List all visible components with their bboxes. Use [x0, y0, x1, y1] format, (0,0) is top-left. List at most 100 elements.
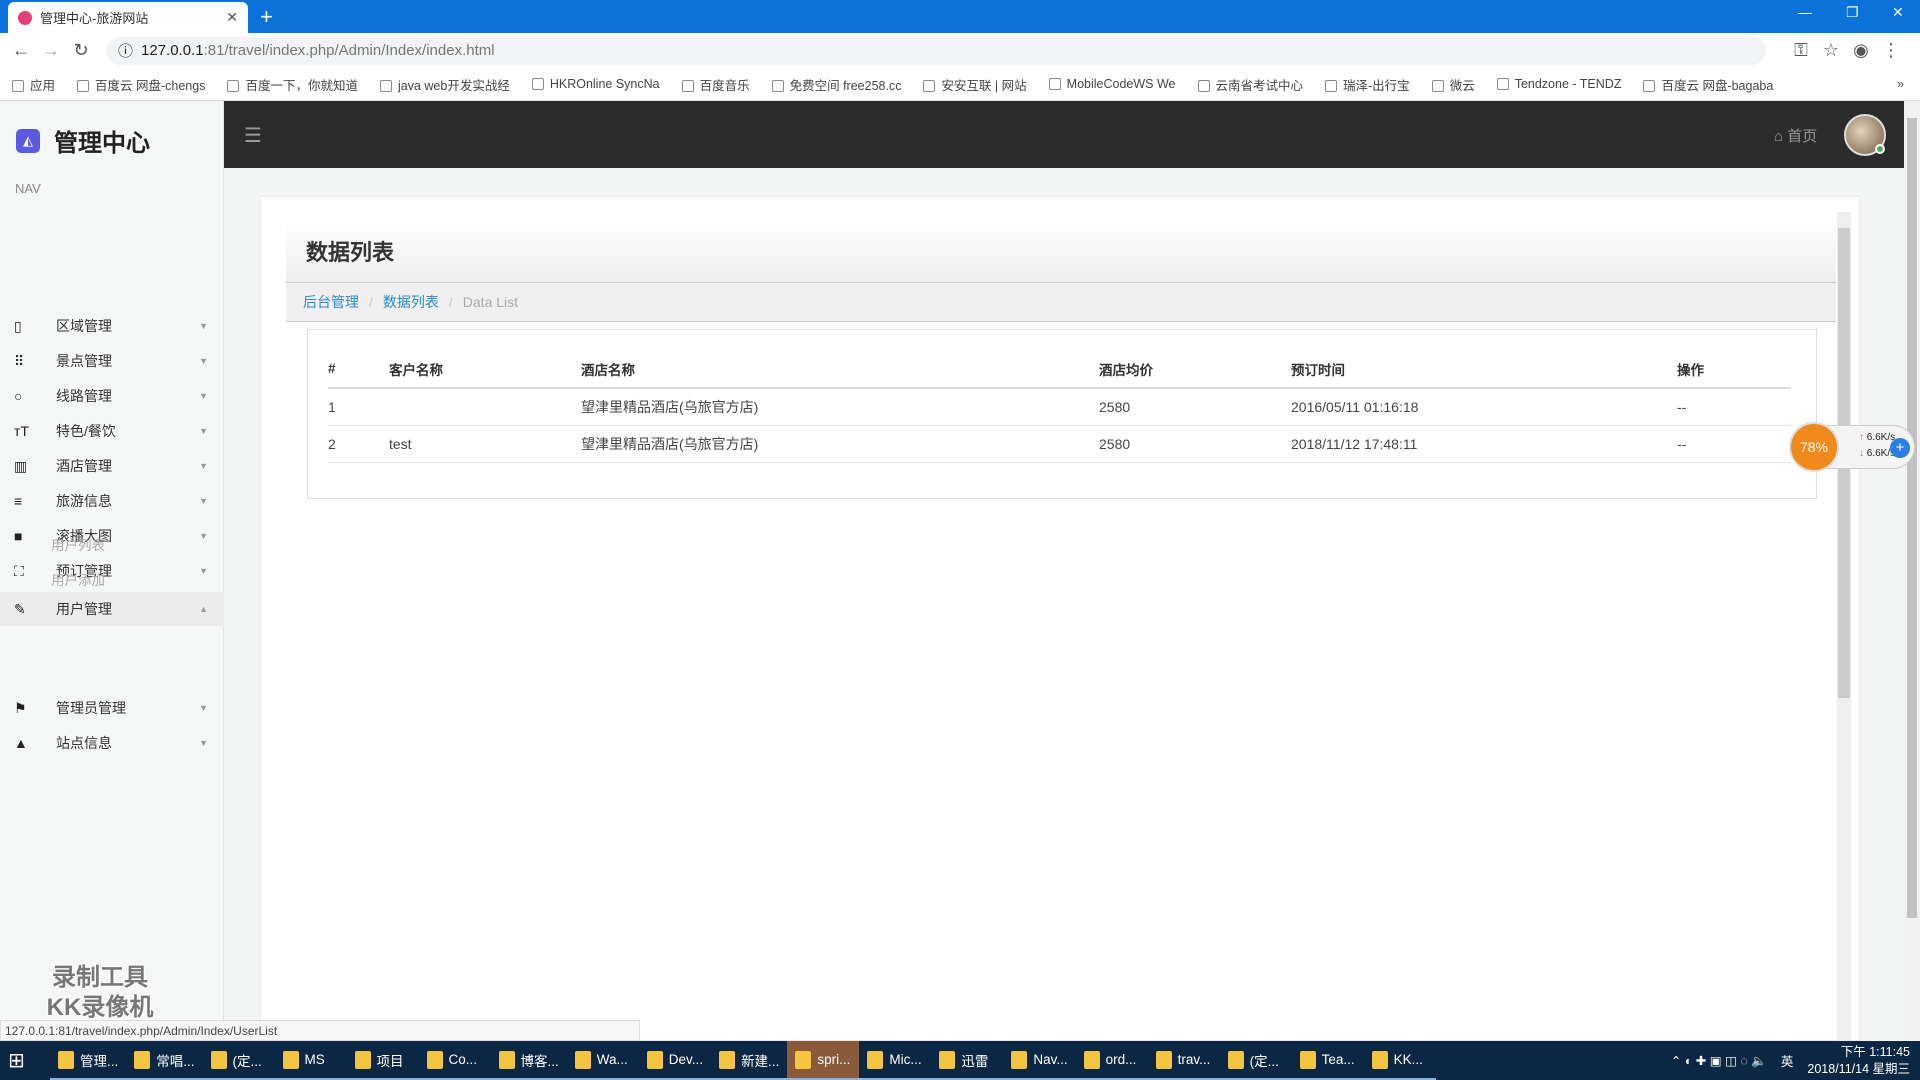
- clock[interactable]: 下午 1:11:45 2018/11/14 星期三: [1807, 1044, 1910, 1078]
- sidebar-item[interactable]: ≡ 旅游信息 ▼: [0, 484, 224, 518]
- app-icon: [867, 1050, 884, 1069]
- user-avatar[interactable]: [1844, 114, 1886, 156]
- profile-icon[interactable]: ◉: [1846, 40, 1876, 61]
- bookmark-item[interactable]: 百度云 网盘-bagaba: [1643, 75, 1773, 94]
- taskbar-app[interactable]: 管理...: [50, 1041, 127, 1080]
- sidebar-item[interactable]: ▥ 酒店管理 ▼: [0, 449, 224, 483]
- bookmark-label: HKROnline SyncNa: [549, 77, 660, 91]
- sidebar-item[interactable]: ⠿ 景点管理 ▼: [0, 344, 224, 378]
- star-icon[interactable]: ☆: [1816, 40, 1846, 61]
- tray-icons[interactable]: ⌃ ◐ ✚ ▣ ◫ ◌ 🔈: [1671, 1053, 1767, 1069]
- breadcrumb-data-list[interactable]: 数据列表: [383, 292, 439, 312]
- taskbar-app[interactable]: Tea...: [1291, 1041, 1364, 1080]
- bookmark-item[interactable]: MobileCodeWS We: [1048, 77, 1176, 91]
- taskbar-app[interactable]: 常唱...: [126, 1041, 203, 1080]
- bookmark-item[interactable]: 百度音乐: [681, 75, 750, 94]
- sidebar-item-label: 区域管理: [56, 318, 112, 334]
- page-scrollbar-thumb[interactable]: [1907, 118, 1917, 918]
- back-icon[interactable]: ←: [6, 40, 36, 61]
- sidebar-item[interactable]: ▯ 区域管理 ▼: [0, 309, 224, 343]
- sidebar-subitem-user-list[interactable]: 用户列表: [51, 534, 105, 554]
- taskbar-app[interactable]: Dev...: [638, 1041, 712, 1080]
- bookmark-item[interactable]: 免费空间 free258.cc: [771, 75, 901, 94]
- taskbar-app[interactable]: ord...: [1075, 1041, 1148, 1080]
- app-icon: [1155, 1050, 1172, 1069]
- app-icon: [719, 1050, 736, 1069]
- close-tab-icon[interactable]: ✕: [226, 9, 238, 26]
- sidebar-item[interactable]: ■ 滚播大图 ▼: [0, 519, 224, 553]
- taskbar-app[interactable]: 项目: [346, 1041, 419, 1080]
- taskbar-app[interactable]: (定...: [202, 1041, 275, 1080]
- bookmark-label: Tendzone - TENDZ: [1514, 77, 1622, 91]
- new-tab-button[interactable]: +: [260, 4, 273, 30]
- bookmark-item[interactable]: 百度云 网盘-chengs: [77, 75, 205, 94]
- bookmark-item[interactable]: Tendzone - TENDZ: [1496, 77, 1622, 91]
- url-input[interactable]: ⓘ 127.0.0.1:81/travel/index.php/Admin/Ind…: [106, 36, 1766, 65]
- sidebar-item[interactable]: ᴛT 特色/餐饮 ▼: [0, 414, 224, 448]
- bookmark-label: 百度云 网盘-bagaba: [1661, 78, 1774, 93]
- taskbar-app[interactable]: Mic...: [859, 1041, 932, 1080]
- ime-indicator[interactable]: 英: [1781, 1051, 1794, 1070]
- taskbar-app[interactable]: Wa...: [566, 1041, 639, 1080]
- nav-label: NAV: [15, 181, 41, 196]
- taskbar-app-label: 项目: [376, 1053, 404, 1069]
- taskbar-app[interactable]: spri...: [787, 1041, 860, 1080]
- breadcrumb-admin[interactable]: 后台管理: [303, 292, 359, 312]
- memory-usage-ball[interactable]: 78%: [1789, 422, 1839, 472]
- bookmark-label: 百度音乐: [699, 78, 750, 93]
- sidebar-subitem-user-add[interactable]: 用户添加: [51, 569, 105, 589]
- caret-down-icon: ▼: [199, 703, 208, 713]
- taskbar-app-label: trav...: [1177, 1052, 1211, 1067]
- taskbar-app-label: Mic...: [889, 1052, 922, 1067]
- table-header-row: # 客户名称 酒店名称 酒店均价 预订时间 操作: [328, 350, 1791, 389]
- table-cell: 望津里精品酒店(乌旅官方店): [581, 425, 1099, 463]
- home-link[interactable]: ⌂ 首页: [1774, 125, 1817, 146]
- reload-icon[interactable]: ↻: [66, 40, 96, 61]
- taskbar-app[interactable]: trav...: [1147, 1041, 1220, 1080]
- bookmark-label: 微云: [1449, 78, 1475, 93]
- minimize-button[interactable]: —: [1798, 4, 1812, 20]
- taskbar-app-label: (定...: [232, 1053, 262, 1069]
- app-icon: [282, 1050, 299, 1069]
- taskbar-app[interactable]: 迅雷: [931, 1041, 1004, 1080]
- sidebar-item[interactable]: ⚑ 管理员管理 ▼: [0, 691, 224, 725]
- browser-tab-strip: 管理中心-旅游网站 ✕ + — ❐ ✕: [0, 0, 1920, 33]
- restore-button[interactable]: ❐: [1846, 4, 1859, 21]
- network-speed-widget[interactable]: 78% ↑ 6.6K/s ↓ 6.6K/s +: [1789, 422, 1915, 472]
- bookmark-item[interactable]: 应用: [12, 75, 55, 94]
- sidebar-item[interactable]: ✎ 用户管理 ▲: [0, 592, 224, 626]
- sidebar-item[interactable]: ○ 线路管理 ▼: [0, 379, 224, 413]
- bookmark-item[interactable]: 微云: [1431, 75, 1475, 94]
- table-cell: --: [1677, 388, 1791, 426]
- sidebar-item[interactable]: ▲ 站点信息 ▼: [0, 726, 224, 760]
- bookmark-item[interactable]: 云南省考试中心: [1197, 75, 1303, 94]
- forward-icon[interactable]: →: [36, 40, 66, 61]
- taskbar-app[interactable]: 博客...: [490, 1041, 567, 1080]
- taskbar-app[interactable]: MS: [274, 1041, 347, 1080]
- table-cell: --: [1677, 425, 1791, 463]
- page-scrollbar[interactable]: [1904, 101, 1920, 1041]
- close-window-button[interactable]: ✕: [1892, 4, 1904, 21]
- bookmark-item[interactable]: 瑞泽-出行宝: [1325, 75, 1410, 94]
- app-icon: [58, 1050, 74, 1069]
- start-button[interactable]: ⊞: [0, 1041, 50, 1080]
- more-bookmarks-icon[interactable]: »: [1897, 77, 1920, 91]
- logo[interactable]: ◭ 管理中心: [16, 123, 150, 158]
- hamburger-menu-icon[interactable]: ☰: [244, 123, 262, 148]
- bookmark-item[interactable]: 安安互联 | 网站: [923, 75, 1027, 94]
- taskbar-app[interactable]: Nav...: [1003, 1041, 1076, 1080]
- menu-icon[interactable]: ⋮: [1876, 40, 1906, 61]
- taskbar-app[interactable]: 新建...: [711, 1041, 788, 1080]
- bookmark-item[interactable]: HKROnline SyncNa: [531, 77, 660, 91]
- sidebar-item[interactable]: ⛶ 预订管理 ▼: [0, 554, 224, 588]
- key-icon[interactable]: ⚿: [1786, 40, 1816, 61]
- browser-tab[interactable]: 管理中心-旅游网站 ✕: [8, 2, 248, 33]
- plus-icon[interactable]: +: [1890, 438, 1910, 458]
- inner-scrollbar[interactable]: [1837, 212, 1851, 1041]
- bookmark-item[interactable]: 百度一下，你就知道: [227, 75, 358, 94]
- taskbar-app[interactable]: KK...: [1363, 1041, 1436, 1080]
- taskbar-app[interactable]: (定...: [1219, 1041, 1292, 1080]
- bookmark-item[interactable]: java web开发实战经: [379, 75, 510, 94]
- site-favicon-icon: [18, 10, 32, 25]
- taskbar-app[interactable]: Co...: [418, 1041, 491, 1080]
